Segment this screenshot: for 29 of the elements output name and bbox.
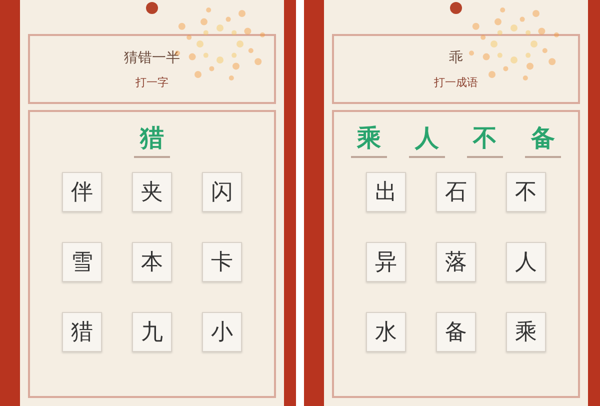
character-tile[interactable]: 猎 [62,312,102,352]
answer-slot: 不 [467,122,503,158]
pin-icon [146,2,158,14]
character-tile[interactable]: 九 [132,312,172,352]
character-tile[interactable]: 落 [436,242,476,282]
character-tile[interactable]: 伴 [62,172,102,212]
riddle-hint: 打一成语 [434,74,478,90]
character-tile[interactable]: 石 [436,172,476,212]
character-tile[interactable]: 不 [506,172,546,212]
character-tile[interactable]: 闪 [202,172,242,212]
character-tile[interactable]: 本 [132,242,172,282]
character-tile[interactable]: 人 [506,242,546,282]
riddle-text: 乖 [449,48,463,66]
character-tile[interactable]: 夹 [132,172,172,212]
character-tile[interactable]: 乘 [506,312,546,352]
answer-slot: 备 [525,122,561,158]
character-tile[interactable]: 卡 [202,242,242,282]
riddle-text: 猜错一半 [124,48,180,66]
character-tile[interactable]: 备 [436,312,476,352]
character-tile[interactable]: 异 [366,242,406,282]
character-tile[interactable]: 小 [202,312,242,352]
answer-slot: 乘 [351,122,387,158]
character-tile[interactable]: 雪 [62,242,102,282]
riddle-hint: 打一字 [136,74,168,90]
answer-slot: 猎 [134,122,170,158]
character-tile[interactable]: 水 [366,312,406,352]
character-tile[interactable]: 出 [366,172,406,212]
answer-slot: 人 [409,122,445,158]
pin-icon [450,2,462,14]
